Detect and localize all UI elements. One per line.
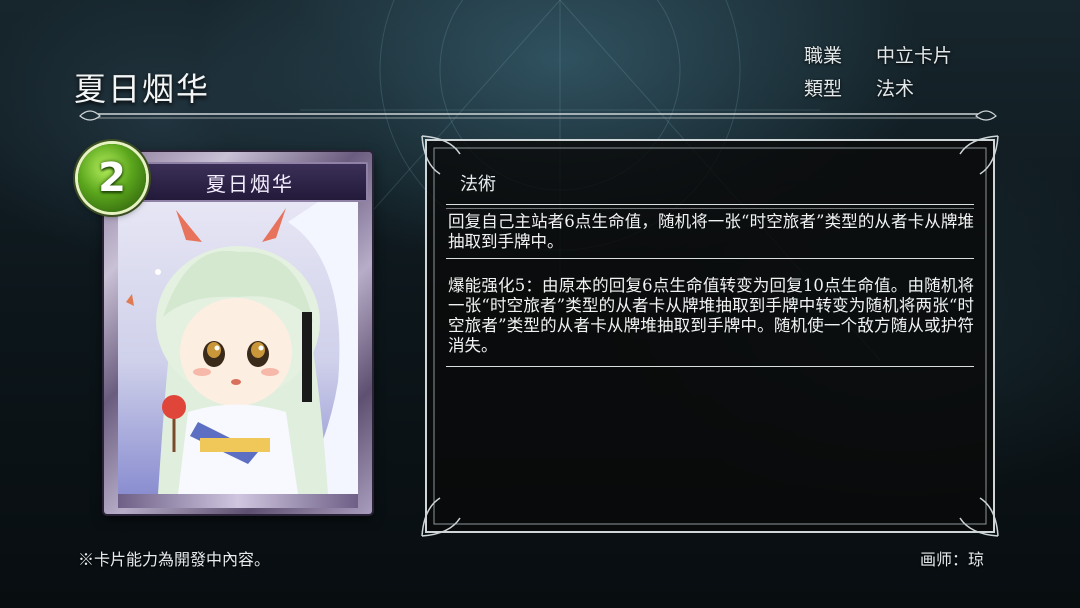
class-value: 中立卡片 [876,45,953,67]
card-name-plate: 夏日烟华 [132,162,368,202]
description-divider-secondary [446,208,974,209]
development-note: ※卡片能力為開發中內容。 [78,550,271,569]
artist-credit: 画师：琼 [920,550,985,569]
chibi-girl-icon [118,202,358,494]
class-label: 職業 [804,45,843,67]
description-divider [446,366,974,367]
description-divider [446,258,974,259]
card-meta: 職業 中立卡片 類型 法术 [804,40,952,106]
card-image[interactable]: 夏日烟华 [104,152,372,514]
description-divider [446,204,974,205]
cost-gem: 2 [78,144,146,212]
type-value: 法术 [876,78,915,100]
type-row: 類型 法术 [804,73,952,106]
class-row: 職業 中立卡片 [804,40,952,73]
type-label: 類型 [804,78,843,100]
spell-type-heading: 法術 [460,174,496,195]
description-panel: 法術 回复自己主站者6点生命值，随机将一张“时空旅者”类型的从者卡从牌堆抽取到手… [420,134,1000,538]
enhance-effect-text: 爆能强化5：由原本的回复6点生命值转变为回复10点生命值。由随机将一张“时空旅者… [448,276,974,355]
card-effect-text: 回复自己主站者6点生命值，随机将一张“时空旅者”类型的从者卡从牌堆抽取到手牌中。 [448,212,974,251]
card-frame-bottom [118,494,358,508]
header-divider [79,110,997,121]
